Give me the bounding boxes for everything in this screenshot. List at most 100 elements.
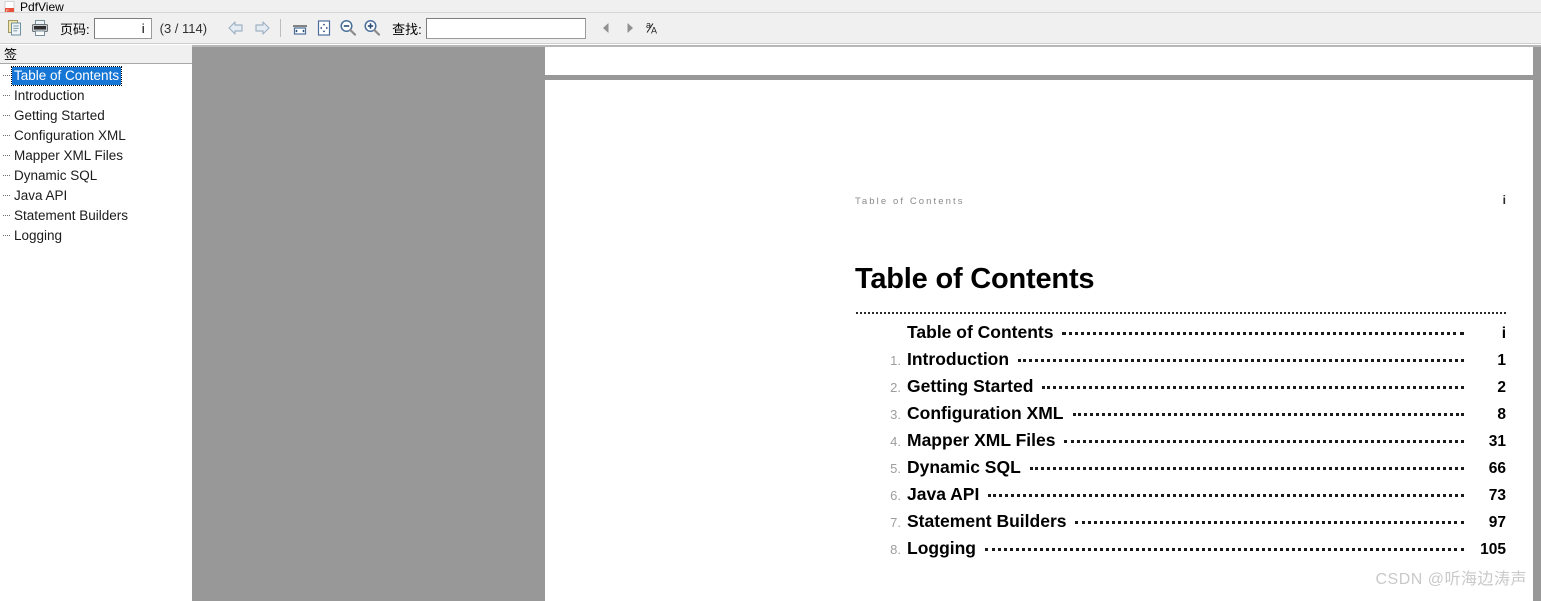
window-title: PdfView xyxy=(20,0,64,13)
find-input[interactable] xyxy=(425,17,586,39)
bookmark-item-java-api[interactable]: Java API xyxy=(0,186,192,206)
zoom-out-button[interactable] xyxy=(336,16,360,40)
toc-entry-page: 8 xyxy=(1497,406,1506,423)
tree-connector-icon xyxy=(2,86,12,106)
toc-entry-title: Mapper XML Files xyxy=(907,430,1056,450)
toc-entry-page: 1 xyxy=(1497,352,1506,369)
toc-entry-title: Introduction xyxy=(907,349,1010,369)
toc-entry-page: 2 xyxy=(1497,379,1506,396)
bookmark-item-statement-builders[interactable]: Statement Builders xyxy=(0,206,192,226)
tree-connector-icon xyxy=(2,186,12,206)
printer-icon xyxy=(31,19,49,37)
bookmark-item-configuration-xml[interactable]: Configuration XML xyxy=(0,126,192,146)
toc-entry[interactable]: Table of Contents i xyxy=(885,322,1506,349)
toc-dot-leader xyxy=(1064,440,1464,443)
bookmarks-panel: 签 Table of Contents Introduction Getting… xyxy=(0,45,192,601)
toc-dot-leader xyxy=(1075,521,1464,524)
match-case-button[interactable]: a A xyxy=(642,16,666,40)
page-backdrop-left xyxy=(192,47,545,601)
toc-dot-leader xyxy=(1042,386,1464,389)
toc-dot-leader xyxy=(1062,332,1464,335)
bookmark-item-dynamic-sql[interactable]: Dynamic SQL xyxy=(0,166,192,186)
toc-entry-title: Configuration XML xyxy=(907,403,1064,423)
bookmark-label: Introduction xyxy=(14,88,85,103)
toc-entry-title: Logging xyxy=(907,538,977,558)
navigate-back-button[interactable] xyxy=(225,16,249,40)
toc-entry[interactable]: 1. Introduction 1 xyxy=(885,349,1506,376)
pdf-file-icon: P xyxy=(4,1,16,12)
toc-dot-leader xyxy=(1018,359,1464,362)
toc-entry-title: Dynamic SQL xyxy=(907,457,1021,477)
fit-page-button[interactable] xyxy=(312,16,336,40)
zoom-out-icon xyxy=(338,18,358,38)
arrow-back-icon xyxy=(227,19,247,37)
print-button[interactable] xyxy=(28,16,52,40)
toc-entry[interactable]: 7. Statement Builders 97 xyxy=(885,511,1506,538)
page-number-input[interactable]: i xyxy=(93,17,152,39)
toc-entry-page: 31 xyxy=(1488,433,1506,450)
navigate-forward-button[interactable] xyxy=(249,16,273,40)
page-title: Table of Contents xyxy=(855,263,1095,295)
toc-entry-number: 1. xyxy=(890,353,901,368)
tree-connector-icon xyxy=(2,206,12,226)
main-toolbar: 页码: i (3 / 114) 查找: a A xyxy=(0,13,1541,44)
toc-entry-title: Java API xyxy=(907,484,980,504)
toc-dot-leader xyxy=(988,494,1464,497)
zoom-in-button[interactable] xyxy=(360,16,384,40)
document-viewer[interactable]: Table of Contents i Table of Contents Ta… xyxy=(192,45,1541,601)
toc-entry-page: 97 xyxy=(1488,514,1506,531)
bookmark-item-getting-started[interactable]: Getting Started xyxy=(0,106,192,126)
tree-connector-icon xyxy=(2,166,12,186)
bookmark-item-mapper-xml-files[interactable]: Mapper XML Files xyxy=(0,146,192,166)
find-previous-button[interactable] xyxy=(594,16,618,40)
pdf-viewer-window: P PdfView 页码: i (3 / 114) 查找: a A 签 Tabl… xyxy=(0,0,1541,601)
match-case-icon: a A xyxy=(645,19,663,37)
toc-entry[interactable]: 5. Dynamic SQL 66 xyxy=(885,457,1506,484)
arrow-forward-icon xyxy=(251,19,271,37)
toc-entry-title: Getting Started xyxy=(907,376,1034,396)
bookmarks-tabstrip: 签 xyxy=(0,45,192,64)
table-of-contents-list: Table of Contents i 1. Introduction 1 2.… xyxy=(885,322,1506,565)
toc-entry-page: 66 xyxy=(1488,460,1506,477)
fit-width-button[interactable] xyxy=(288,16,312,40)
toc-entry-page: i xyxy=(1501,325,1506,342)
toolbar-separator xyxy=(280,19,282,37)
tree-connector-icon xyxy=(2,146,12,166)
bookmark-item-introduction[interactable]: Introduction xyxy=(0,86,192,106)
pdf-page: Table of Contents i Table of Contents Ta… xyxy=(545,80,1533,601)
tab-bookmarks[interactable]: 签 xyxy=(2,46,19,63)
toc-entry-number: 4. xyxy=(890,434,901,449)
page-count-text: (3 / 114) xyxy=(159,20,208,36)
svg-text:A: A xyxy=(651,26,657,36)
find-previous-icon xyxy=(598,20,614,36)
toc-entry-page: 73 xyxy=(1488,487,1506,504)
bookmark-label: Configuration XML xyxy=(14,128,126,143)
bookmark-item-table-of-contents[interactable]: Table of Contents xyxy=(0,66,192,86)
copy-document-icon xyxy=(7,19,25,37)
find-next-button[interactable] xyxy=(618,16,642,40)
bookmark-label: Dynamic SQL xyxy=(14,168,98,183)
find-next-icon xyxy=(622,20,638,36)
toc-entry[interactable]: 2. Getting Started 2 xyxy=(885,376,1506,403)
page-number-label: 页码: xyxy=(60,21,90,37)
bookmark-label: Logging xyxy=(14,228,63,243)
bookmark-label: Getting Started xyxy=(14,108,105,123)
toc-dot-leader xyxy=(985,548,1464,551)
bookmark-label: Statement Builders xyxy=(14,208,129,223)
toc-entry-number: 6. xyxy=(890,488,901,503)
tree-connector-icon xyxy=(2,226,12,246)
bookmark-label: Mapper XML Files xyxy=(14,148,124,163)
running-header-page-number: i xyxy=(1502,193,1506,207)
toc-entry-number: 8. xyxy=(890,542,901,557)
toc-entry[interactable]: 6. Java API 73 xyxy=(885,484,1506,511)
copy-document-button[interactable] xyxy=(4,16,28,40)
toc-entry[interactable]: 3. Configuration XML 8 xyxy=(885,403,1506,430)
bookmark-item-logging[interactable]: Logging xyxy=(0,226,192,246)
toc-entry[interactable]: 8. Logging 105 xyxy=(885,538,1506,565)
zoom-in-icon xyxy=(362,18,382,38)
title-bar: P PdfView xyxy=(0,0,1541,13)
toc-entry[interactable]: 4. Mapper XML Files 31 xyxy=(885,430,1506,457)
toc-entry-number: 5. xyxy=(890,461,901,476)
tree-connector-icon xyxy=(2,126,12,146)
viewer-scrollbar[interactable] xyxy=(1533,47,1541,601)
